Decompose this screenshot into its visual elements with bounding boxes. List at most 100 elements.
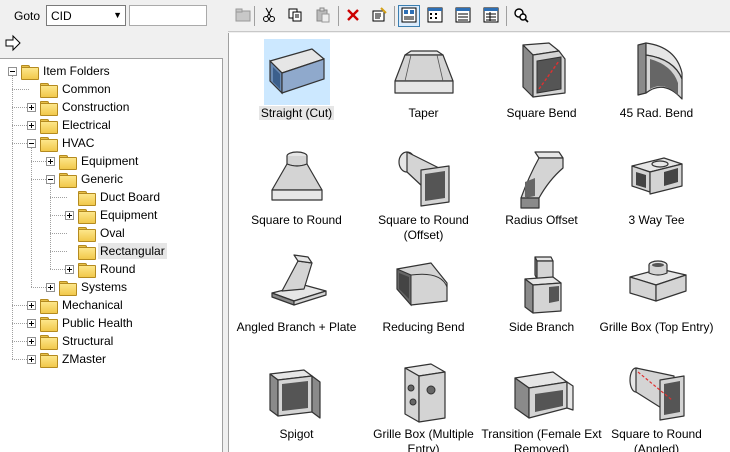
tree-item-label: Common <box>62 82 111 96</box>
fitting-item[interactable]: Square Bend <box>479 35 604 142</box>
tree-item[interactable]: Construction <box>27 98 131 116</box>
folder-icon <box>78 244 96 260</box>
collapse-icon[interactable] <box>8 66 17 76</box>
expand-icon[interactable] <box>27 336 36 346</box>
fitting-label: Angled Branch + Plate <box>234 320 359 335</box>
tree-item[interactable]: HVAC <box>27 134 96 152</box>
tree-item[interactable]: Duct Board <box>65 188 162 206</box>
cut-button[interactable] <box>258 5 280 27</box>
goto-dropdown[interactable]: CID ▼ <box>46 5 126 26</box>
paste-icon <box>315 7 331 26</box>
expand-icon[interactable] <box>46 282 55 292</box>
tree-item[interactable]: Common <box>27 80 113 98</box>
fitting-item[interactable]: Reducing Bend <box>361 249 486 356</box>
folder-icon <box>59 172 77 188</box>
folder-icon <box>40 334 58 350</box>
fitting-thumbnail <box>391 253 457 319</box>
collapse-icon[interactable] <box>27 138 36 148</box>
tree-item[interactable]: ZMaster <box>27 350 108 368</box>
fitting-item[interactable]: Grille Box (Top Entry) <box>594 249 719 356</box>
tree-item-label: Generic <box>81 172 124 186</box>
fitting-item[interactable]: 3 Way Tee <box>594 142 719 249</box>
large-icons-view-icon <box>401 7 417 26</box>
fitting-label-text: Transition (Female Ext Removed) <box>481 427 602 452</box>
fitting-label-text: Straight (Cut) <box>258 106 335 120</box>
expand-icon[interactable] <box>27 120 36 130</box>
fitting-label-text: Angled Branch + Plate <box>236 320 357 334</box>
tree-item-label: HVAC <box>62 136 95 150</box>
fitting-thumbnail <box>391 39 457 105</box>
tree-item[interactable]: Oval <box>65 224 127 242</box>
fitting-label-text: Radius Offset <box>505 213 578 227</box>
fitting-item[interactable]: Spigot <box>234 356 359 452</box>
open-folder-button[interactable] <box>232 5 254 27</box>
expand-icon[interactable] <box>27 354 36 364</box>
fitting-item[interactable]: Square to Round (Angled) <box>594 356 719 452</box>
expand-icon[interactable] <box>27 318 36 328</box>
fitting-item[interactable]: Square to Round <box>234 142 359 249</box>
fitting-label: Grille Box (Top Entry) <box>594 320 719 335</box>
tree-item[interactable]: Public Health <box>27 314 135 332</box>
item-grid: Straight (Cut) Taper Square Bend 45 Rad. Be… <box>228 33 730 452</box>
small-buttons-view-icon[interactable] <box>424 5 446 27</box>
list-view-button[interactable] <box>452 5 474 27</box>
details-view-button[interactable] <box>480 5 502 27</box>
fitting-label-text: Square to Round (Offset) <box>378 213 469 242</box>
fitting-item[interactable]: Square to Round (Offset) <box>361 142 486 249</box>
fitting-label-text: 3 Way Tee <box>628 213 685 227</box>
fitting-label: Radius Offset <box>479 213 604 228</box>
fitting-label-text: Grille Box (Multiple Entry) <box>373 427 474 452</box>
go-arrow-icon[interactable] <box>4 34 22 52</box>
expand-icon[interactable] <box>65 210 74 220</box>
fitting-item[interactable]: 45 Rad. Bend <box>594 35 719 142</box>
fitting-item[interactable]: Straight (Cut) <box>234 35 359 142</box>
fitting-item[interactable]: Transition (Female Ext Removed) <box>479 356 604 452</box>
fitting-label-text: Side Branch <box>508 320 575 334</box>
copy-button[interactable] <box>284 5 306 27</box>
properties-icon <box>371 6 387 26</box>
paste-button[interactable] <box>312 5 334 27</box>
list-view-icon <box>455 7 471 26</box>
fitting-thumbnail <box>509 360 575 426</box>
folder-icon <box>40 82 58 98</box>
tree-item-label: Rectangular <box>98 243 167 259</box>
tree-item[interactable]: Generic <box>46 170 125 188</box>
tree-item-label: Item Folders <box>43 64 110 78</box>
tree-item[interactable]: Item Folders <box>8 62 112 80</box>
delete-button[interactable] <box>342 5 364 27</box>
goto-search-input[interactable] <box>129 5 207 26</box>
expand-icon[interactable] <box>27 300 36 310</box>
folder-icon <box>59 280 77 296</box>
large-buttons-view-icon[interactable] <box>398 5 420 27</box>
fitting-thumbnail <box>264 253 330 319</box>
tree-item[interactable]: Systems <box>46 278 129 296</box>
fitting-item[interactable]: Side Branch <box>479 249 604 356</box>
toolbar <box>228 0 730 32</box>
fitting-item[interactable]: Taper <box>361 35 486 142</box>
expand-icon[interactable] <box>27 102 36 112</box>
fitting-label: Taper <box>361 106 486 121</box>
collapse-icon[interactable] <box>46 174 55 184</box>
fitting-item[interactable]: Grille Box (Multiple Entry) <box>361 356 486 452</box>
properties-button[interactable] <box>368 5 390 27</box>
fitting-thumbnail <box>391 360 457 426</box>
toolbar-separator <box>338 6 339 26</box>
expand-icon[interactable] <box>46 156 55 166</box>
expand-icon[interactable] <box>65 264 74 274</box>
fitting-item[interactable]: Angled Branch + Plate <box>234 249 359 356</box>
find-button[interactable] <box>510 5 532 27</box>
tree-item[interactable]: Rectangular <box>65 242 167 260</box>
tree-item[interactable]: Equipment <box>65 206 159 224</box>
tree-item[interactable]: Round <box>65 260 137 278</box>
tree-item[interactable]: Mechanical <box>27 296 125 314</box>
folder-icon <box>40 298 58 314</box>
fitting-item[interactable]: Radius Offset <box>479 142 604 249</box>
folder-icon <box>40 136 58 152</box>
fitting-thumbnail <box>509 253 575 319</box>
tree-item-label: Structural <box>62 334 114 348</box>
tree-item[interactable]: Structural <box>27 332 115 350</box>
folder-icon <box>21 64 39 80</box>
tree-item[interactable]: Equipment <box>46 152 140 170</box>
tree-item[interactable]: Electrical <box>27 116 113 134</box>
goto-bar: Goto CID ▼ <box>0 0 223 30</box>
